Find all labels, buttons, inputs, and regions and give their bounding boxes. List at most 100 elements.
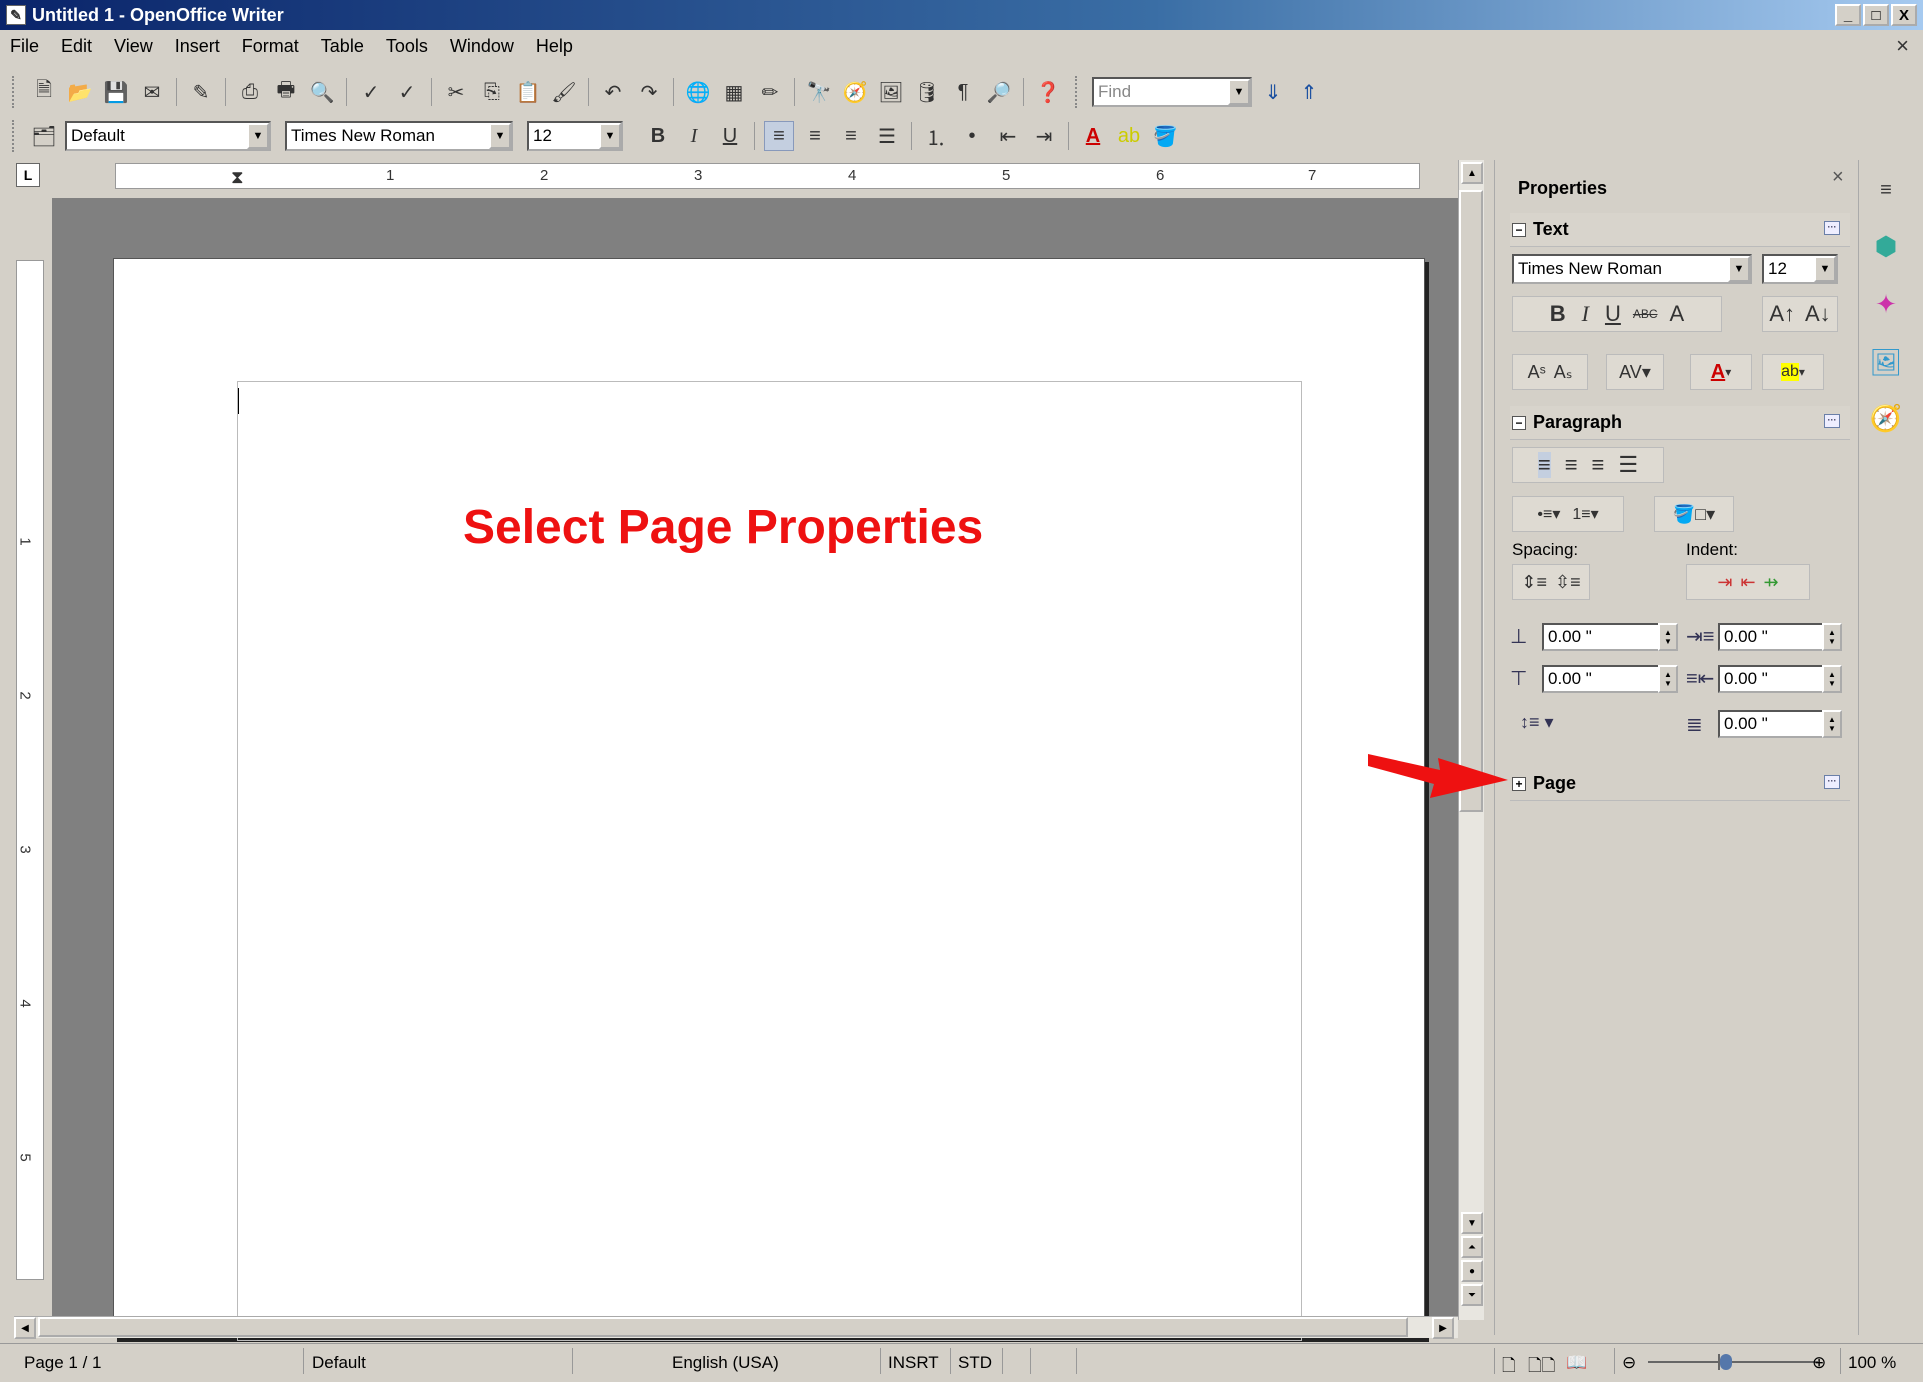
increase-font-icon[interactable]: A↑ [1769, 301, 1795, 327]
numbering-icon[interactable]: ⒈ [921, 121, 951, 151]
hanging-indent-icon[interactable]: ⇸ [1764, 572, 1779, 593]
single-page-view-icon[interactable]: 🗋 [1502, 1353, 1516, 1382]
close-document-button[interactable]: × [1896, 33, 1909, 59]
paragraph-panel-header[interactable]: − Paragraph ··· [1510, 406, 1850, 440]
scroll-left-button[interactable]: ◀ [14, 1317, 36, 1339]
justify-icon[interactable]: ☰ [872, 121, 902, 151]
decrease-spacing-icon[interactable]: ⇳≡ [1555, 572, 1581, 593]
paragraph-background-button[interactable]: 🪣□▾ [1654, 496, 1734, 532]
font-color-icon[interactable]: A [1078, 121, 1108, 151]
export-pdf-icon[interactable]: ⎙ [235, 77, 265, 107]
font-name-select[interactable]: Times New Roman ▼ [285, 121, 513, 151]
font-color-button[interactable]: A ▾ [1690, 354, 1752, 390]
shadow-icon[interactable]: A [1670, 301, 1685, 327]
highlight-button[interactable]: ab ▾ [1762, 354, 1824, 390]
toolbar-grip[interactable] [12, 120, 17, 152]
decrease-indent-icon[interactable]: ⇤ [1740, 572, 1755, 593]
styles-formatting-icon[interactable]: 🗂 [29, 121, 59, 151]
spin-buttons[interactable]: ▲ ▼ [1822, 710, 1842, 738]
align-right-icon[interactable]: ≡ [836, 121, 866, 151]
spin-buttons[interactable]: ▲ ▼ [1658, 665, 1678, 693]
bullets-icon[interactable]: • [957, 121, 987, 151]
horizontal-ruler[interactable]: ⧗ 1 2 3 4 5 6 7 [115, 163, 1420, 189]
cut-icon[interactable]: ✂ [441, 77, 471, 107]
underline-icon[interactable]: U [1605, 301, 1621, 327]
spin-buttons[interactable]: ▲ ▼ [1822, 665, 1842, 693]
left-indent-marker[interactable]: ⧗ [231, 167, 244, 188]
navigator-tab-icon[interactable]: 🧭 [1868, 400, 1904, 436]
above-paragraph-spacing-field[interactable]: 0.00 " ▲ ▼ [1542, 623, 1678, 651]
table-icon[interactable]: ▦ [719, 77, 749, 107]
font-size-select[interactable]: 12 ▼ [527, 121, 623, 151]
bullets-icon[interactable]: •≡▾ [1537, 504, 1560, 524]
page-count[interactable]: Page 1 / 1 [24, 1353, 102, 1373]
print-icon[interactable]: 🖶 [271, 77, 301, 107]
previous-page-button[interactable]: ⏶ [1461, 1236, 1483, 1258]
chevron-down-icon[interactable]: ▼ [599, 123, 621, 149]
justify-icon[interactable]: ☰ [1618, 452, 1638, 478]
menu-help[interactable]: Help [534, 34, 575, 59]
sidebar-menu-icon[interactable]: ≡ [1868, 172, 1904, 208]
horizontal-scroll-thumb[interactable] [38, 1317, 1408, 1337]
navigator-icon[interactable]: 🧭 [840, 77, 870, 107]
zoom-slider[interactable] [1648, 1361, 1818, 1363]
after-text-indent-field[interactable]: 0.00 " ▲ ▼ [1718, 665, 1842, 693]
insert-mode[interactable]: INSRT [888, 1353, 939, 1373]
maximize-button[interactable]: □ [1863, 4, 1889, 26]
vertical-ruler[interactable]: 1 2 3 4 5 [16, 260, 44, 1280]
minimize-button[interactable]: _ [1835, 4, 1861, 26]
more-options-icon[interactable]: ··· [1824, 414, 1840, 428]
menu-format[interactable]: Format [240, 34, 301, 59]
decrease-font-icon[interactable]: A↓ [1805, 301, 1831, 327]
underline-button[interactable]: U [715, 121, 745, 151]
increase-spacing-icon[interactable]: ⇕≡ [1521, 572, 1547, 593]
page-panel-header[interactable]: + Page ··· [1510, 767, 1850, 801]
find-replace-icon[interactable]: 🔭 [804, 77, 834, 107]
sidebar-font-size-select[interactable]: 12 ▼ [1762, 254, 1838, 284]
menu-table[interactable]: Table [319, 34, 366, 59]
subscript-icon[interactable]: Aₛ [1554, 362, 1573, 383]
find-dropdown-icon[interactable]: ▼ [1228, 79, 1250, 105]
menu-edit[interactable]: Edit [59, 34, 94, 59]
autospellcheck-icon[interactable]: ✓ [392, 77, 422, 107]
menu-insert[interactable]: Insert [173, 34, 222, 59]
zoom-in-icon[interactable]: ⊕ [1812, 1353, 1826, 1373]
zoom-out-icon[interactable]: ⊖ [1622, 1353, 1636, 1373]
sidebar-font-name-select[interactable]: Times New Roman ▼ [1512, 254, 1752, 284]
decrease-indent-icon[interactable]: ⇤ [993, 121, 1023, 151]
more-options-icon[interactable]: ··· [1824, 775, 1840, 789]
close-button[interactable]: X [1891, 4, 1917, 26]
draw-functions-icon[interactable]: ✏ [755, 77, 785, 107]
spin-buttons[interactable]: ▲ ▼ [1658, 623, 1678, 651]
copy-icon[interactable]: ⎘ [477, 77, 507, 107]
toolbar-grip[interactable] [1075, 76, 1080, 108]
book-view-icon[interactable]: 📖 [1566, 1353, 1587, 1373]
paste-icon[interactable]: 📋 [513, 77, 543, 107]
chevron-down-icon[interactable]: ▼ [1814, 256, 1836, 282]
help-icon[interactable]: ❓ [1033, 77, 1063, 107]
italic-button[interactable]: I [679, 121, 709, 151]
formatting-marks-icon[interactable]: ¶ [948, 77, 978, 107]
tab-stop-selector[interactable]: L [16, 163, 40, 187]
align-center-icon[interactable]: ≡ [1565, 452, 1578, 478]
chevron-down-icon[interactable]: ▼ [1728, 256, 1750, 282]
save-icon[interactable]: 💾 [101, 77, 131, 107]
vertical-scroll-thumb[interactable] [1459, 190, 1483, 812]
align-center-icon[interactable]: ≡ [800, 121, 830, 151]
open-icon[interactable]: 📂 [65, 77, 95, 107]
zoom-level[interactable]: 100 % [1848, 1353, 1896, 1373]
align-left-icon[interactable]: ≡ [764, 121, 794, 151]
chevron-down-icon[interactable]: ▼ [489, 123, 511, 149]
edit-file-icon[interactable]: ✎ [186, 77, 216, 107]
menu-file[interactable]: File [8, 34, 41, 59]
strikethrough-icon[interactable]: ABC [1633, 307, 1658, 321]
collapse-icon[interactable]: − [1512, 222, 1526, 237]
next-page-button[interactable]: ⏷ [1461, 1284, 1483, 1306]
increase-indent-icon[interactable]: ⇥ [1717, 572, 1732, 593]
scroll-right-button[interactable]: ▶ [1432, 1317, 1454, 1339]
selection-mode[interactable]: STD [958, 1353, 992, 1373]
undo-icon[interactable]: ↶ [598, 77, 628, 107]
collapse-icon[interactable]: − [1512, 415, 1526, 430]
menu-tools[interactable]: Tools [384, 34, 430, 59]
align-right-icon[interactable]: ≡ [1592, 452, 1605, 478]
